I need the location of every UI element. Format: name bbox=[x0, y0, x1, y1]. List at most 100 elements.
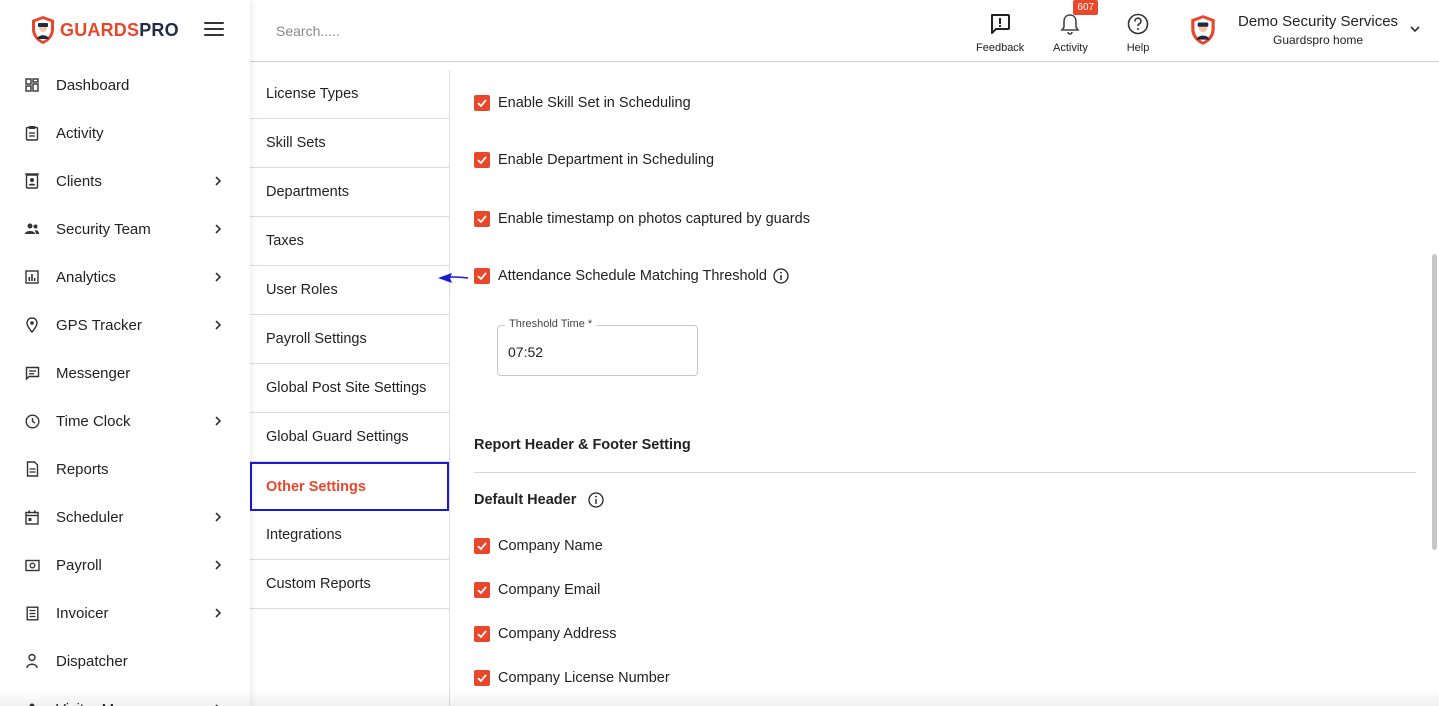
activity-button[interactable]: 607 Activity bbox=[1053, 0, 1099, 54]
option-company-address[interactable]: Company Address bbox=[474, 626, 616, 642]
checkbox[interactable] bbox=[474, 582, 490, 598]
chevron-right-icon bbox=[215, 176, 222, 186]
sidebar-item-payroll[interactable]: Payroll bbox=[0, 541, 250, 589]
brand-name-part2: PRO bbox=[139, 19, 179, 40]
sidebar-item-time-clock[interactable]: Time Clock bbox=[0, 397, 250, 445]
profile-name: Demo Security Services bbox=[1238, 13, 1399, 30]
visitor-icon bbox=[24, 701, 40, 706]
sidebar-item-reports[interactable]: Reports bbox=[0, 445, 250, 493]
sidebar-item-messenger[interactable]: Messenger bbox=[0, 349, 250, 397]
settings-item-global-post-site-settings[interactable]: Global Post Site Settings bbox=[250, 364, 449, 413]
checkbox[interactable] bbox=[474, 670, 490, 686]
sidebar-nav: Dashboard Activity Clients Security Team Ana… bbox=[0, 61, 250, 706]
chevron-right-icon bbox=[215, 416, 222, 426]
checkbox[interactable] bbox=[474, 211, 490, 227]
sidebar-item-gps-tracker[interactable]: GPS Tracker bbox=[0, 301, 250, 349]
sidebar-item-label: Payroll bbox=[56, 556, 102, 574]
info-icon[interactable] bbox=[773, 268, 789, 284]
settings-item-payroll-settings[interactable]: Payroll Settings bbox=[250, 315, 449, 364]
help-icon bbox=[1125, 10, 1151, 38]
sidebar-item-label: Dashboard bbox=[56, 76, 130, 94]
settings-item-integrations[interactable]: Integrations bbox=[250, 511, 449, 560]
profile-menu[interactable]: Demo Security Services Guardspro home bbox=[1188, 10, 1420, 50]
chevron-right-icon bbox=[215, 320, 222, 330]
sidebar-item-label: Invoicer bbox=[56, 604, 109, 622]
option-label: Company License Number bbox=[498, 670, 670, 686]
chevron-right-icon bbox=[215, 224, 222, 234]
checkbox[interactable] bbox=[474, 95, 490, 111]
settings-item-skill-sets[interactable]: Skill Sets bbox=[250, 119, 449, 168]
option-company-license-number[interactable]: Company License Number bbox=[474, 670, 670, 686]
calendar-icon bbox=[24, 509, 40, 525]
sidebar-item-invoicer[interactable]: Invoicer bbox=[0, 589, 250, 637]
sidebar-item-scheduler[interactable]: Scheduler bbox=[0, 493, 250, 541]
checkbox[interactable] bbox=[474, 538, 490, 554]
option-label: Attendance Schedule Matching Threshold bbox=[498, 268, 767, 284]
settings-item-user-roles[interactable]: User Roles bbox=[250, 266, 449, 315]
settings-item-custom-reports[interactable]: Custom Reports bbox=[250, 560, 449, 609]
option-enable-timestamp-on-photos-captured-by-guards[interactable]: Enable timestamp on photos captured by g… bbox=[474, 211, 810, 227]
info-icon[interactable] bbox=[588, 492, 604, 508]
sidebar-item-dashboard[interactable]: Dashboard bbox=[0, 61, 250, 109]
chevron-right-icon bbox=[215, 704, 219, 706]
guard-logo-icon bbox=[32, 16, 54, 44]
checkbox[interactable] bbox=[474, 626, 490, 642]
sidebar-item-label: GPS Tracker bbox=[56, 316, 142, 334]
search-input[interactable] bbox=[276, 20, 576, 42]
settings-menu: License Types Skill Sets Departments Taxes U… bbox=[250, 70, 450, 706]
checkbox[interactable] bbox=[474, 268, 490, 284]
sidebar-item-label: Time Clock bbox=[56, 412, 131, 430]
content-scrollbar[interactable] bbox=[1432, 254, 1437, 550]
settings-item-departments[interactable]: Departments bbox=[250, 168, 449, 217]
chevron-down-icon[interactable] bbox=[1410, 25, 1420, 33]
option-label: Enable Department in Scheduling bbox=[498, 152, 715, 168]
option-company-email[interactable]: Company Email bbox=[474, 582, 600, 598]
sidebar-item-label: Dispatcher bbox=[56, 652, 128, 670]
settings-item-global-guard-settings[interactable]: Global Guard Settings bbox=[250, 413, 449, 462]
feedback-label: Feedback bbox=[976, 42, 1025, 54]
feedback-button[interactable]: Feedback bbox=[976, 10, 1024, 54]
option-enable-department-in-scheduling[interactable]: Enable Department in Scheduling bbox=[474, 152, 714, 168]
activity-label: Activity bbox=[1053, 42, 1088, 54]
threshold-time-field[interactable]: Threshold Time * bbox=[497, 318, 698, 376]
threshold-time-input[interactable] bbox=[508, 344, 678, 360]
help-label: Help bbox=[1126, 42, 1150, 54]
checkbox[interactable] bbox=[474, 152, 490, 168]
brand-logo[interactable]: GUARDSPRO bbox=[30, 14, 179, 46]
sidebar-item-label: Analytics bbox=[56, 268, 117, 286]
chevron-right-icon bbox=[215, 560, 222, 570]
sidebar-item-label: Activity bbox=[56, 124, 104, 142]
sidebar-item-label: Scheduler bbox=[56, 508, 124, 526]
sidebar-item-security-team[interactable]: Security Team bbox=[0, 205, 250, 253]
chevron-right-icon bbox=[215, 608, 222, 618]
message-icon bbox=[24, 365, 40, 381]
invoice-icon bbox=[24, 605, 40, 621]
sidebar-item-label: Clients bbox=[56, 172, 102, 190]
feedback-icon bbox=[987, 10, 1013, 38]
dispatcher-icon bbox=[24, 653, 40, 669]
sidebar-item-label: Security Team bbox=[56, 220, 151, 238]
option-attendance-schedule-matching-threshold[interactable]: Attendance Schedule Matching Threshold bbox=[474, 268, 789, 284]
sidebar-item-visitor-m[interactable]: Visitor M... bbox=[0, 685, 250, 706]
dashboard-icon bbox=[24, 77, 40, 93]
default-header-title: Default Header bbox=[474, 492, 604, 508]
sidebar-item-activity[interactable]: Activity bbox=[0, 109, 250, 157]
team-icon bbox=[24, 221, 40, 237]
settings-item-license-types[interactable]: License Types bbox=[250, 70, 449, 119]
sidebar-item-dispatcher[interactable]: Dispatcher bbox=[0, 637, 250, 685]
option-label: Company Address bbox=[498, 626, 617, 642]
option-enable-skill-set-in-scheduling[interactable]: Enable Skill Set in Scheduling bbox=[474, 95, 691, 111]
money-icon bbox=[24, 557, 40, 573]
bell-icon: 607 bbox=[1057, 0, 1099, 38]
sidebar-item-clients[interactable]: Clients bbox=[0, 157, 250, 205]
clock-icon bbox=[24, 413, 40, 429]
sidebar-item-analytics[interactable]: Analytics bbox=[0, 253, 250, 301]
option-label: Enable timestamp on photos captured by g… bbox=[498, 211, 810, 227]
option-company-name[interactable]: Company Name bbox=[474, 538, 603, 554]
help-button[interactable]: Help bbox=[1125, 10, 1151, 54]
settings-item-other-settings[interactable]: Other Settings bbox=[250, 462, 449, 511]
sidebar-item-label: Reports bbox=[56, 460, 109, 478]
menu-toggle-icon[interactable] bbox=[204, 22, 224, 38]
option-label: Company Email bbox=[498, 582, 601, 598]
settings-item-taxes[interactable]: Taxes bbox=[250, 217, 449, 266]
